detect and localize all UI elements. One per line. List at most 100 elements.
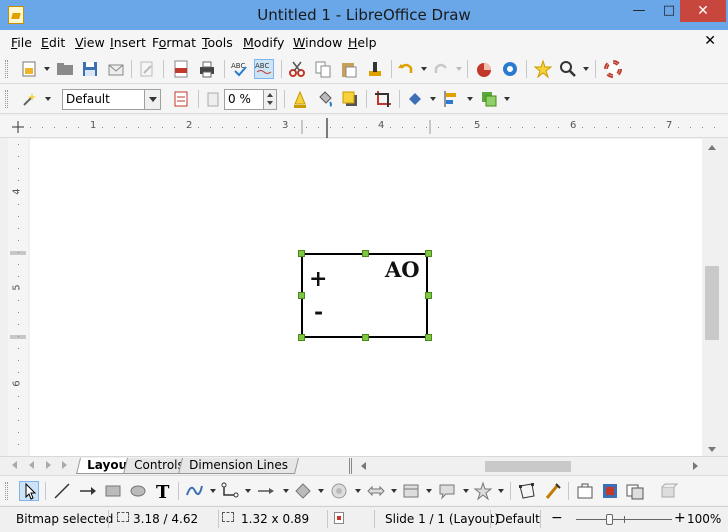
scroll-left-icon[interactable] (361, 462, 366, 470)
symbol-shapes-icon[interactable] (329, 481, 349, 501)
curve-icon[interactable] (184, 481, 204, 501)
flowchart-icon[interactable] (401, 481, 421, 501)
menu-modify[interactable]: Modify (243, 35, 284, 50)
lines-arrows-icon[interactable] (256, 481, 276, 501)
block-arrows-dropdown-icon[interactable] (391, 489, 397, 493)
save-icon[interactable] (80, 59, 100, 79)
scroll-thumb[interactable] (485, 461, 571, 472)
zoom-out-button[interactable]: − (551, 510, 563, 526)
rotate-icon[interactable] (405, 89, 425, 109)
undo-icon[interactable] (396, 59, 416, 79)
rectangle-icon[interactable] (103, 481, 123, 501)
vertical-scrollbar[interactable] (703, 139, 728, 456)
selected-bitmap-shape[interactable]: AO + - (301, 253, 428, 338)
stars-icon[interactable] (473, 481, 493, 501)
resize-handle[interactable] (362, 334, 369, 341)
menu-format[interactable]: Format (152, 35, 196, 50)
line-arrow-icon[interactable] (78, 481, 98, 501)
menu-view[interactable]: View (75, 35, 105, 50)
scroll-right-icon[interactable] (693, 462, 698, 470)
menu-tools[interactable]: Tools (202, 35, 233, 50)
basic-shapes-dropdown-icon[interactable] (318, 489, 324, 493)
extrusion-icon[interactable] (659, 481, 679, 501)
document-modified-icon[interactable] (334, 512, 344, 524)
line-color-icon[interactable] (290, 89, 310, 109)
new-icon[interactable] (20, 59, 40, 79)
menu-file[interactable]: File (11, 35, 32, 50)
stars-dropdown-icon[interactable] (498, 489, 504, 493)
arrange-icon[interactable] (479, 89, 499, 109)
curve-dropdown-icon[interactable] (210, 489, 216, 493)
tab-splitter[interactable] (349, 458, 352, 474)
styles-icon[interactable] (20, 89, 40, 109)
align-icon[interactable] (442, 89, 462, 109)
align-dropdown-icon[interactable] (467, 97, 473, 101)
minimize-button[interactable]: — (624, 0, 654, 22)
close-document-icon[interactable]: ✕ (704, 33, 716, 49)
chevron-down-icon[interactable] (144, 90, 160, 109)
flowchart-dropdown-icon[interactable] (426, 489, 432, 493)
vertical-ruler[interactable]: 4 5 6 (8, 138, 28, 456)
callouts-dropdown-icon[interactable] (463, 489, 469, 493)
style-combobox[interactable]: Default (62, 89, 161, 110)
help-lifebuoy-icon[interactable] (603, 59, 623, 79)
copy-icon[interactable] (313, 59, 333, 79)
gallery-icon[interactable] (625, 481, 645, 501)
next-tab-icon[interactable] (46, 461, 51, 469)
fontwork-icon[interactable] (575, 481, 595, 501)
lines-arrows-dropdown-icon[interactable] (283, 489, 289, 493)
paste-icon[interactable] (339, 59, 359, 79)
email-icon[interactable] (106, 59, 126, 79)
line-icon[interactable] (52, 481, 72, 501)
resize-handle[interactable] (298, 334, 305, 341)
zoom-icon[interactable] (558, 59, 578, 79)
basic-shapes-icon[interactable] (293, 481, 313, 501)
undo-dropdown-icon[interactable] (421, 67, 427, 71)
menu-edit[interactable]: Edit (41, 35, 65, 50)
resize-handle[interactable] (298, 292, 305, 299)
connector-dropdown-icon[interactable] (245, 489, 251, 493)
resize-handle[interactable] (425, 292, 432, 299)
scroll-thumb[interactable] (705, 266, 719, 340)
gallery-star-icon[interactable] (533, 59, 553, 79)
navigator-icon[interactable] (500, 59, 520, 79)
toolbar-grip[interactable] (5, 90, 8, 108)
redo-icon[interactable] (431, 59, 451, 79)
zoom-dropdown-icon[interactable] (583, 67, 589, 71)
scroll-down-icon[interactable] (708, 447, 716, 452)
export-pdf-icon[interactable] (171, 59, 191, 79)
resize-handle[interactable] (362, 250, 369, 257)
clone-formatting-icon[interactable] (365, 59, 385, 79)
menu-help[interactable]: Help (348, 35, 377, 50)
shadow-icon[interactable] (340, 89, 360, 109)
styles-dropdown-icon[interactable] (45, 97, 51, 101)
horizontal-scrollbar[interactable] (355, 458, 705, 474)
zoom-in-button[interactable]: + (674, 510, 686, 526)
rotate-dropdown-icon[interactable] (430, 97, 436, 101)
new-dropdown-icon[interactable] (44, 67, 50, 71)
scroll-up-icon[interactable] (708, 145, 716, 150)
edit-mode-icon[interactable] (137, 59, 157, 79)
tab-dimension-lines[interactable]: Dimension Lines (178, 458, 299, 474)
menu-insert[interactable]: Insert (110, 35, 146, 50)
text-icon[interactable]: T (153, 481, 173, 503)
arrange-dropdown-icon[interactable] (504, 97, 510, 101)
open-icon[interactable] (55, 59, 75, 79)
connector-icon[interactable] (220, 481, 240, 501)
transparency-icon[interactable] (203, 89, 223, 109)
prev-tab-icon[interactable] (29, 461, 34, 469)
close-window-button[interactable]: ✕ (680, 0, 726, 22)
format-page-icon[interactable] (171, 89, 191, 109)
select-pointer-icon[interactable] (19, 481, 39, 501)
zoom-level[interactable]: 100% (687, 512, 721, 526)
last-tab-icon[interactable] (62, 461, 67, 469)
resize-handle[interactable] (425, 334, 432, 341)
symbol-shapes-dropdown-icon[interactable] (355, 489, 361, 493)
block-arrows-icon[interactable] (366, 481, 386, 501)
menu-window[interactable]: Window (293, 35, 342, 50)
chart-icon[interactable] (474, 59, 494, 79)
ellipse-icon[interactable] (128, 481, 148, 501)
points-icon[interactable] (517, 481, 537, 501)
autospellcheck-icon[interactable]: ABC (254, 59, 274, 79)
zoom-slider-knob[interactable] (606, 514, 613, 525)
